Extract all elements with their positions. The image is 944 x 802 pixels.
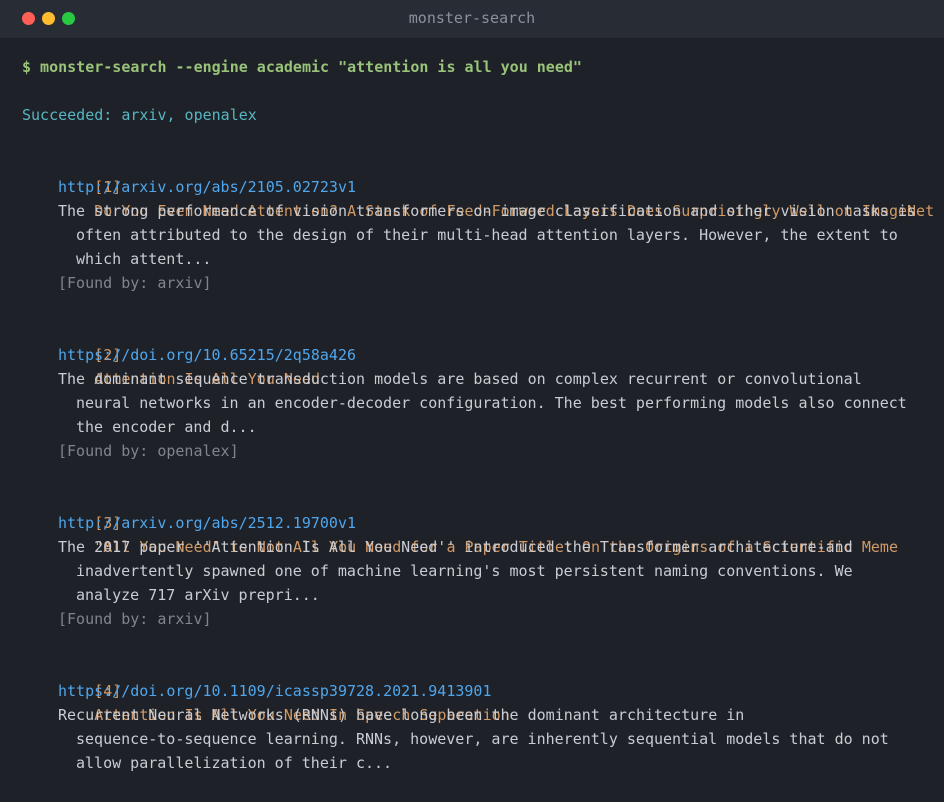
result-snippet-line: analyze 717 arXiv prepri... [76, 586, 320, 604]
result-snippet-line: often attributed to the design of their … [76, 226, 898, 244]
title-bar: monster-search [0, 0, 944, 38]
result-snippet-line: sequence-to-sequence learning. RNNs, how… [76, 730, 889, 748]
result-snippet-line: the encoder and d... [76, 418, 257, 436]
result-url[interactable]: https://doi.org/10.65215/2q58a426 [22, 343, 944, 367]
terminal-output[interactable]: $ monster-search --engine academic "atte… [0, 55, 944, 775]
terminal-window: monster-search $ monster-search --engine… [0, 0, 944, 802]
result-snippet-line: allow parallelization of their c... [76, 754, 393, 772]
result-found-by: [Found by: arxiv] [58, 274, 212, 292]
result-snippet-line: Recurrent Neural Networks (RNNs) have lo… [58, 706, 745, 724]
window-title: monster-search [408, 9, 536, 27]
result-found-by: [Found by: arxiv] [58, 610, 212, 628]
result-snippet-line: The dominant sequence transduction model… [58, 370, 862, 388]
result-url[interactable]: https://doi.org/10.1109/icassp39728.2021… [22, 679, 944, 703]
result-snippet-line: The 2017 paper ''Attention Is All You Ne… [58, 538, 853, 556]
result-found-by: [Found by: openalex] [58, 442, 239, 460]
search-result: [1] Do You Even Need Attention? A Stack … [22, 151, 944, 295]
search-result: [2] Attention Is All You Need https://do… [22, 319, 944, 463]
result-snippet-line: inadvertently spawned one of machine lea… [76, 562, 853, 580]
result-snippet-line: which attent... [76, 250, 212, 268]
result-snippet-line: neural networks in an encoder-decoder co… [76, 394, 907, 412]
command-line: $ monster-search --engine academic "atte… [22, 58, 582, 76]
result-url[interactable]: http://arxiv.org/abs/2105.02723v1 [22, 175, 944, 199]
result-url[interactable]: http://arxiv.org/abs/2512.19700v1 [22, 511, 944, 535]
search-result: [4] Attention Is All You Need In Speech … [22, 655, 944, 775]
search-result: [3] "All You Need" is Not All You Need f… [22, 487, 944, 631]
status-line: Succeeded: arxiv, openalex [22, 106, 257, 124]
result-snippet-line: The strong performance of vision transfo… [58, 202, 916, 220]
